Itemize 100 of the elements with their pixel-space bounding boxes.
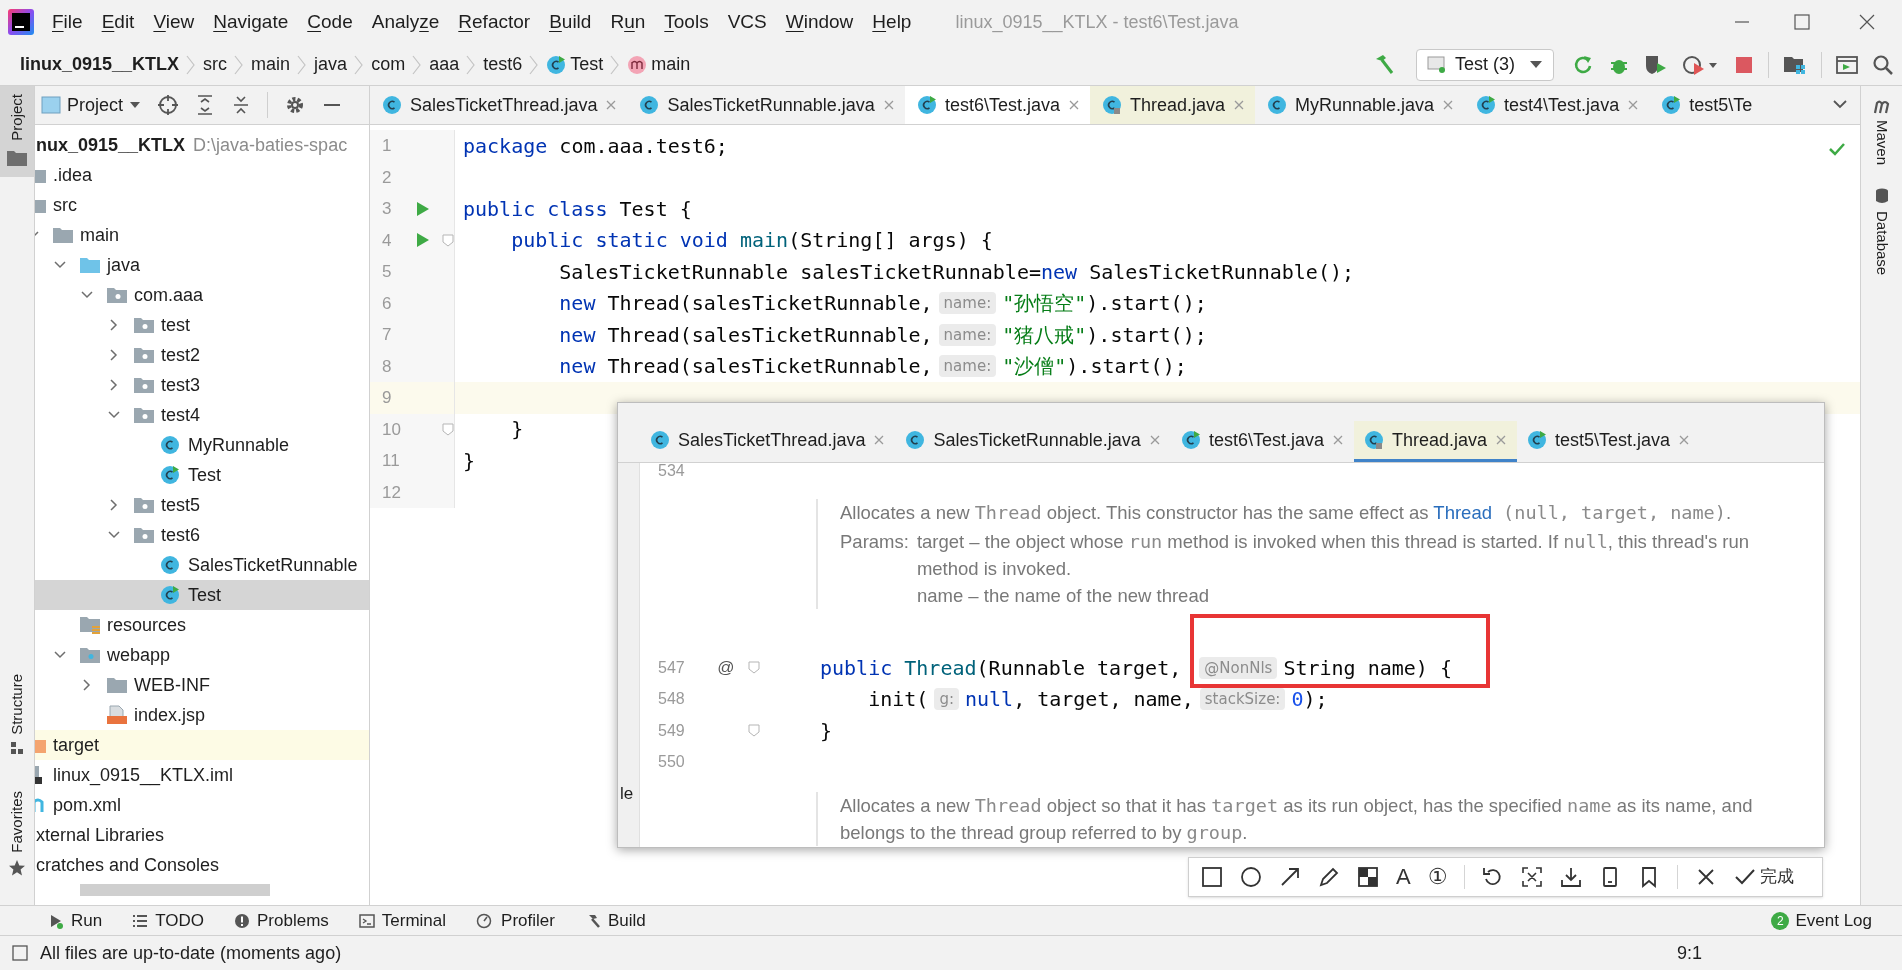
menu-item[interactable]: Tools xyxy=(664,7,709,37)
tool-window-tab[interactable]: Structure xyxy=(0,666,34,764)
menu-item[interactable]: VCS xyxy=(727,7,767,37)
tree-item[interactable]: SalesTicketRunnable xyxy=(35,550,369,580)
menu-item[interactable]: Code xyxy=(307,7,353,37)
search-icon[interactable] xyxy=(1872,53,1894,76)
editor-tab[interactable]: Thread.java xyxy=(1353,421,1517,462)
doc-link[interactable]: Thread xyxy=(1433,502,1492,523)
editor-tab[interactable]: test5\Test.java xyxy=(1517,421,1701,462)
caret-position[interactable]: 9:1 xyxy=(1676,939,1702,967)
rerun-icon[interactable] xyxy=(1572,53,1594,76)
tool-window-button[interactable]: Profiler xyxy=(476,907,555,934)
menu-item[interactable]: Window xyxy=(785,7,854,37)
menu-item[interactable]: Navigate xyxy=(213,7,289,37)
editor-tab[interactable]: MyRunnable.java xyxy=(1255,86,1465,124)
menu-item[interactable]: View xyxy=(153,7,195,37)
tree-item[interactable]: .idea xyxy=(35,160,369,190)
tool-window-button[interactable]: TODO xyxy=(132,907,204,934)
menu-item[interactable]: File xyxy=(52,7,83,37)
tree-item[interactable]: Test xyxy=(35,460,369,490)
tool-window-button[interactable]: Problems xyxy=(234,907,329,934)
close-icon[interactable] xyxy=(1067,99,1080,111)
editor-tab[interactable]: test6\Test.java xyxy=(904,86,1090,124)
done-button[interactable]: 完成 xyxy=(1734,864,1795,890)
rectangle-tool-icon[interactable] xyxy=(1201,866,1223,888)
menu-item[interactable]: Analyze xyxy=(371,7,440,37)
menu-item[interactable]: Run xyxy=(610,7,646,37)
line-number: 7 xyxy=(381,324,393,346)
editor-tab[interactable]: SalesTicketThread.java xyxy=(370,86,628,124)
tree-item[interactable]: linux_0915__KTLX.iml xyxy=(35,760,369,790)
tree-item[interactable]: com.aaa xyxy=(35,280,369,310)
tree-item[interactable]: test5 xyxy=(35,490,369,520)
tree-item[interactable]: test2 xyxy=(35,340,369,370)
mosaic-tool-icon[interactable] xyxy=(1357,866,1379,888)
tree-item[interactable]: cratches and Consoles xyxy=(35,850,369,880)
ellipse-tool-icon[interactable] xyxy=(1240,866,1262,888)
code-line: new Thread(salesTicketRunnable, name: "猪八戒").start(); xyxy=(558,321,1207,349)
tree-item[interactable]: java xyxy=(35,250,369,280)
tree-item[interactable]: pom.xml xyxy=(35,790,369,820)
editor-tab[interactable]: SalesTicketThread.java xyxy=(640,421,896,462)
breadcrumb-item[interactable]: Test xyxy=(570,51,604,78)
layout-icon[interactable] xyxy=(1836,54,1858,75)
menu-item[interactable]: Edit xyxy=(101,7,135,37)
tool-window-tab[interactable]: Database xyxy=(1870,211,1893,276)
menu-item[interactable]: Build xyxy=(549,7,592,37)
tree-item[interactable]: test3 xyxy=(35,370,369,400)
breadcrumb-item[interactable]: com xyxy=(371,51,406,78)
tree-item[interactable]: test xyxy=(35,310,369,340)
tool-window-tab[interactable]: Project xyxy=(0,86,34,177)
tool-window-tab[interactable]: Favorites xyxy=(0,783,34,885)
tree-item[interactable]: webapp xyxy=(35,640,369,670)
tree-item[interactable]: xternal Libraries xyxy=(35,820,369,850)
run-gutter-icon[interactable] xyxy=(416,232,431,249)
tool-window-tab[interactable]: Maven xyxy=(1870,120,1893,166)
breadcrumb-item[interactable]: aaa xyxy=(429,51,460,78)
tree-item[interactable]: index.jsp xyxy=(35,700,369,730)
menu-item[interactable]: Refactor xyxy=(458,7,531,37)
editor-tab[interactable]: test6\Test.java xyxy=(1170,421,1354,462)
number-tool[interactable]: ① xyxy=(1427,866,1448,888)
profile-icon[interactable] xyxy=(1682,53,1720,76)
tree-item[interactable]: MyRunnable xyxy=(35,430,369,460)
tree-item[interactable]: WEB-INF xyxy=(35,670,369,700)
coverage-icon[interactable] xyxy=(1644,53,1668,76)
tool-window-button[interactable]: Terminal xyxy=(358,907,447,934)
dropdown-caret-icon xyxy=(1529,59,1543,70)
breadcrumb-item[interactable]: linux_0915__KTLX xyxy=(20,51,180,78)
download-icon[interactable] xyxy=(1560,866,1583,888)
tree-item[interactable]: main xyxy=(35,220,369,250)
tree-item[interactable]: test6 xyxy=(35,520,369,550)
tool-window-button[interactable]: Run xyxy=(48,907,103,934)
stop-icon[interactable] xyxy=(1734,54,1754,75)
tool-window-button[interactable]: Build xyxy=(584,907,646,934)
run-gutter-icon[interactable] xyxy=(416,200,431,217)
pen-tool-icon[interactable] xyxy=(1318,866,1340,888)
tree-item[interactable]: resources xyxy=(35,610,369,640)
tree-label: xternal Libraries xyxy=(36,823,165,847)
editor-tab[interactable]: Thread.java xyxy=(1089,86,1255,124)
editor-tab[interactable]: SalesTicketRunnable.java xyxy=(895,421,1171,462)
panel-toggle-icon[interactable] xyxy=(12,945,28,961)
breadcrumb-item[interactable]: main xyxy=(651,51,691,78)
package-icon xyxy=(106,286,128,304)
breadcrumb-item[interactable]: main xyxy=(251,51,291,78)
run-configuration-select[interactable]: Test (3) xyxy=(1416,48,1554,81)
tree-item[interactable]: target xyxy=(35,730,369,760)
menu-item[interactable]: Help xyxy=(872,7,912,37)
text-tool[interactable]: A xyxy=(1396,866,1411,888)
tree-item[interactable]: test4 xyxy=(35,400,369,430)
tree-item[interactable]: Test xyxy=(35,580,369,610)
editor-tab[interactable]: test4\Test.java xyxy=(1464,86,1650,124)
locate-icon[interactable] xyxy=(157,94,180,116)
breadcrumb-item[interactable]: test6 xyxy=(483,51,523,78)
tree-item[interactable]: nux_0915__KTLX D:\java-baties-spac xyxy=(35,130,369,160)
event-log-button[interactable]: 2 Event Log xyxy=(1771,907,1872,934)
breadcrumb-item[interactable]: java xyxy=(314,51,348,78)
fit-icon[interactable] xyxy=(1521,866,1544,888)
editor-tab[interactable]: SalesTicketRunnable.java xyxy=(627,86,905,124)
editor-tab[interactable]: test5\Te xyxy=(1649,86,1763,124)
tree-item[interactable]: src xyxy=(35,190,369,220)
arrow-tool-icon[interactable] xyxy=(1279,866,1301,888)
breadcrumb-item[interactable]: src xyxy=(203,51,228,78)
